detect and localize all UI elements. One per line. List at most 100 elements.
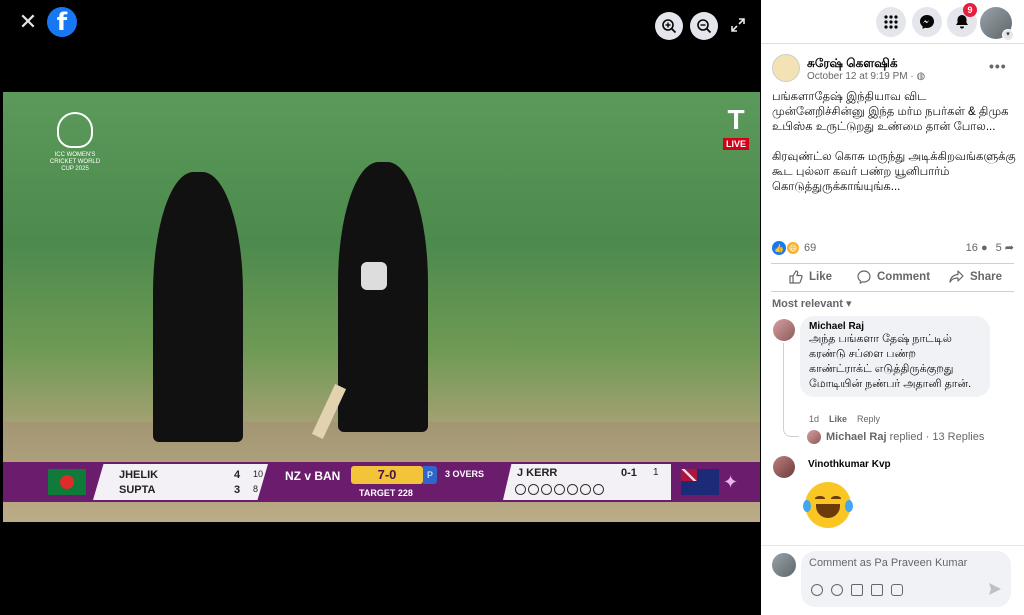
new-zealand-flag <box>681 469 719 495</box>
score-panel: NZ v BAN 7-0 P 3 OVERS TARGET 228 <box>273 462 498 502</box>
commenter-avatar[interactable] <box>773 319 795 341</box>
ball-dot <box>528 484 539 495</box>
batting-gloves <box>361 262 387 290</box>
like-label: Like <box>809 271 833 283</box>
camera-icon[interactable] <box>851 584 863 596</box>
ball-dot <box>593 484 604 495</box>
emoji-icon[interactable] <box>831 584 843 596</box>
overs-count: 3 OVERS <box>445 469 485 479</box>
bowler-figures: 0-1 <box>621 467 637 479</box>
batter-row: SUPTA 3 8 <box>119 484 258 496</box>
ball-dot <box>567 484 578 495</box>
comment-bubble-icon: ● <box>980 241 988 254</box>
bowler-panel: J KERR 0-1 1 <box>503 464 671 500</box>
messenger-icon[interactable] <box>912 7 942 37</box>
team-score: 7-0 <box>351 466 423 484</box>
replier-avatar <box>807 430 821 444</box>
ball-dot <box>554 484 565 495</box>
post-panel: 9 ▾ சுரேஷ் கௌஷிக் October 12 at 9:19 PM … <box>761 0 1024 615</box>
notification-count-badge: 9 <box>963 3 977 17</box>
account-avatar[interactable]: ▾ <box>980 7 1014 41</box>
person-figure-left <box>153 172 243 442</box>
comment-input[interactable] <box>809 557 1004 569</box>
comment-count-value: 16 <box>965 241 978 254</box>
tv-scorebar: JHELIK 4 10 SUPTA 3 8 NZ v BAN 7-0 P 3 O… <box>3 462 760 502</box>
replies-count: replied · 13 Replies <box>889 431 985 443</box>
ball-tracker <box>515 484 604 495</box>
comment-like-link[interactable]: Like <box>829 414 847 424</box>
icc-logo-text: ICC WOMEN'S CRICKET WORLD CUP 2025 <box>49 152 101 172</box>
ball-dot <box>580 484 591 495</box>
post-photo: ICC WOMEN'S CRICKET WORLD CUP 2025 T LIV… <box>3 92 760 522</box>
comment-bubble: Michael Raj அந்த பங்களா தேஷ் நாட்டில் கர… <box>800 316 990 397</box>
comment-icon <box>857 270 871 284</box>
like-button[interactable]: Like <box>789 270 832 284</box>
sparkle-icon: ✦ <box>723 472 739 492</box>
broadcaster-logo: T LIVE <box>721 106 751 152</box>
divider <box>771 291 1014 292</box>
commenter-avatar[interactable] <box>773 456 795 478</box>
facebook-logo[interactable]: f <box>47 7 77 37</box>
comment-sort-dropdown[interactable]: Most relevant ▾ <box>772 297 852 310</box>
close-icon[interactable]: ✕ <box>16 9 40 34</box>
zoom-out-icon[interactable] <box>690 12 718 40</box>
like-reaction-icon: 👍 <box>772 241 786 255</box>
divider <box>761 545 1024 546</box>
comment-text: அந்த பங்களா தேஷ் நாட்டில் கரண்டு சப்ளை ப… <box>809 333 972 390</box>
view-replies-link[interactable]: Michael Raj replied · 13 Replies <box>826 431 984 443</box>
chevron-down-icon: ▾ <box>1002 29 1014 41</box>
menu-icon[interactable] <box>876 7 906 37</box>
comment-age[interactable]: 1d <box>809 414 819 424</box>
comment-label: Comment <box>877 271 931 283</box>
comment-button[interactable]: Comment <box>857 270 930 284</box>
author-avatar[interactable] <box>772 54 800 82</box>
batter-balls: 10 <box>253 469 264 479</box>
batter-runs: 3 <box>234 484 241 496</box>
post-author[interactable]: சுரேஷ் கௌஷிக் <box>807 56 898 72</box>
post-text: பங்களாதேஷ் இந்தியாவ விட முன்னேறிச்சின்னு… <box>772 91 1016 193</box>
trophy-icon <box>57 112 93 148</box>
commenter-name[interactable]: Michael Raj <box>809 321 981 332</box>
broadcaster-mark: T <box>727 104 745 135</box>
bangladesh-flag <box>48 469 86 495</box>
emoji-eye <box>815 496 825 501</box>
avatar-sticker-icon[interactable] <box>811 584 823 596</box>
bowler-name: J KERR <box>517 467 558 479</box>
caret-down-icon: ▾ <box>845 298 852 310</box>
batter-row: JHELIK 4 10 <box>119 469 263 481</box>
fullscreen-icon[interactable] <box>729 16 747 34</box>
match-label: NZ v BAN <box>285 469 341 483</box>
laughing-with-tears-emoji <box>803 482 853 528</box>
batter-name: JHELIK <box>119 469 159 481</box>
share-count[interactable]: 5 ➦ <box>996 241 1014 254</box>
batter-balls: 8 <box>253 484 259 494</box>
comment-reply-link[interactable]: Reply <box>857 414 880 424</box>
more-options-icon[interactable]: ••• <box>989 58 1007 74</box>
reaction-summary[interactable]: 👍 😆 69 <box>772 241 816 255</box>
sticker-icon[interactable] <box>891 584 903 596</box>
current-user-avatar[interactable] <box>772 553 796 577</box>
batter-name: SUPTA <box>119 484 156 496</box>
emoji-mouth <box>816 504 840 518</box>
thumbs-up-icon <box>789 270 803 284</box>
post-meta: October 12 at 9:19 PM · ◍ <box>807 71 926 82</box>
person-figure-right <box>338 162 428 432</box>
zoom-in-icon[interactable] <box>655 12 683 40</box>
emoji-eye <box>831 496 841 501</box>
photo-viewer: ✕ f ICC WOMEN'S CRICKET WORLD CUP 2025 T… <box>0 0 761 615</box>
batters-panel: JHELIK 4 10 SUPTA 3 8 <box>93 464 268 500</box>
engagement-counts: 16 ● 5 ➦ <box>966 241 1014 255</box>
gif-icon[interactable] <box>871 584 883 596</box>
commenter-name[interactable]: Vinothkumar Kvp <box>808 459 891 470</box>
post-timestamp[interactable]: October 12 at 9:19 PM <box>807 71 908 82</box>
emoji-tear <box>845 500 853 512</box>
reaction-count: 69 <box>804 242 817 254</box>
icc-world-cup-logo: ICC WOMEN'S CRICKET WORLD CUP 2025 <box>43 112 107 182</box>
comment-count[interactable]: 16 ● <box>966 242 988 254</box>
globe-icon: ◍ <box>916 71 926 82</box>
live-badge: LIVE <box>722 138 749 150</box>
share-button[interactable]: Share <box>949 270 1002 284</box>
share-icon <box>949 270 964 283</box>
send-icon[interactable] <box>988 582 1002 596</box>
facebook-logo-letter: f <box>56 8 68 36</box>
